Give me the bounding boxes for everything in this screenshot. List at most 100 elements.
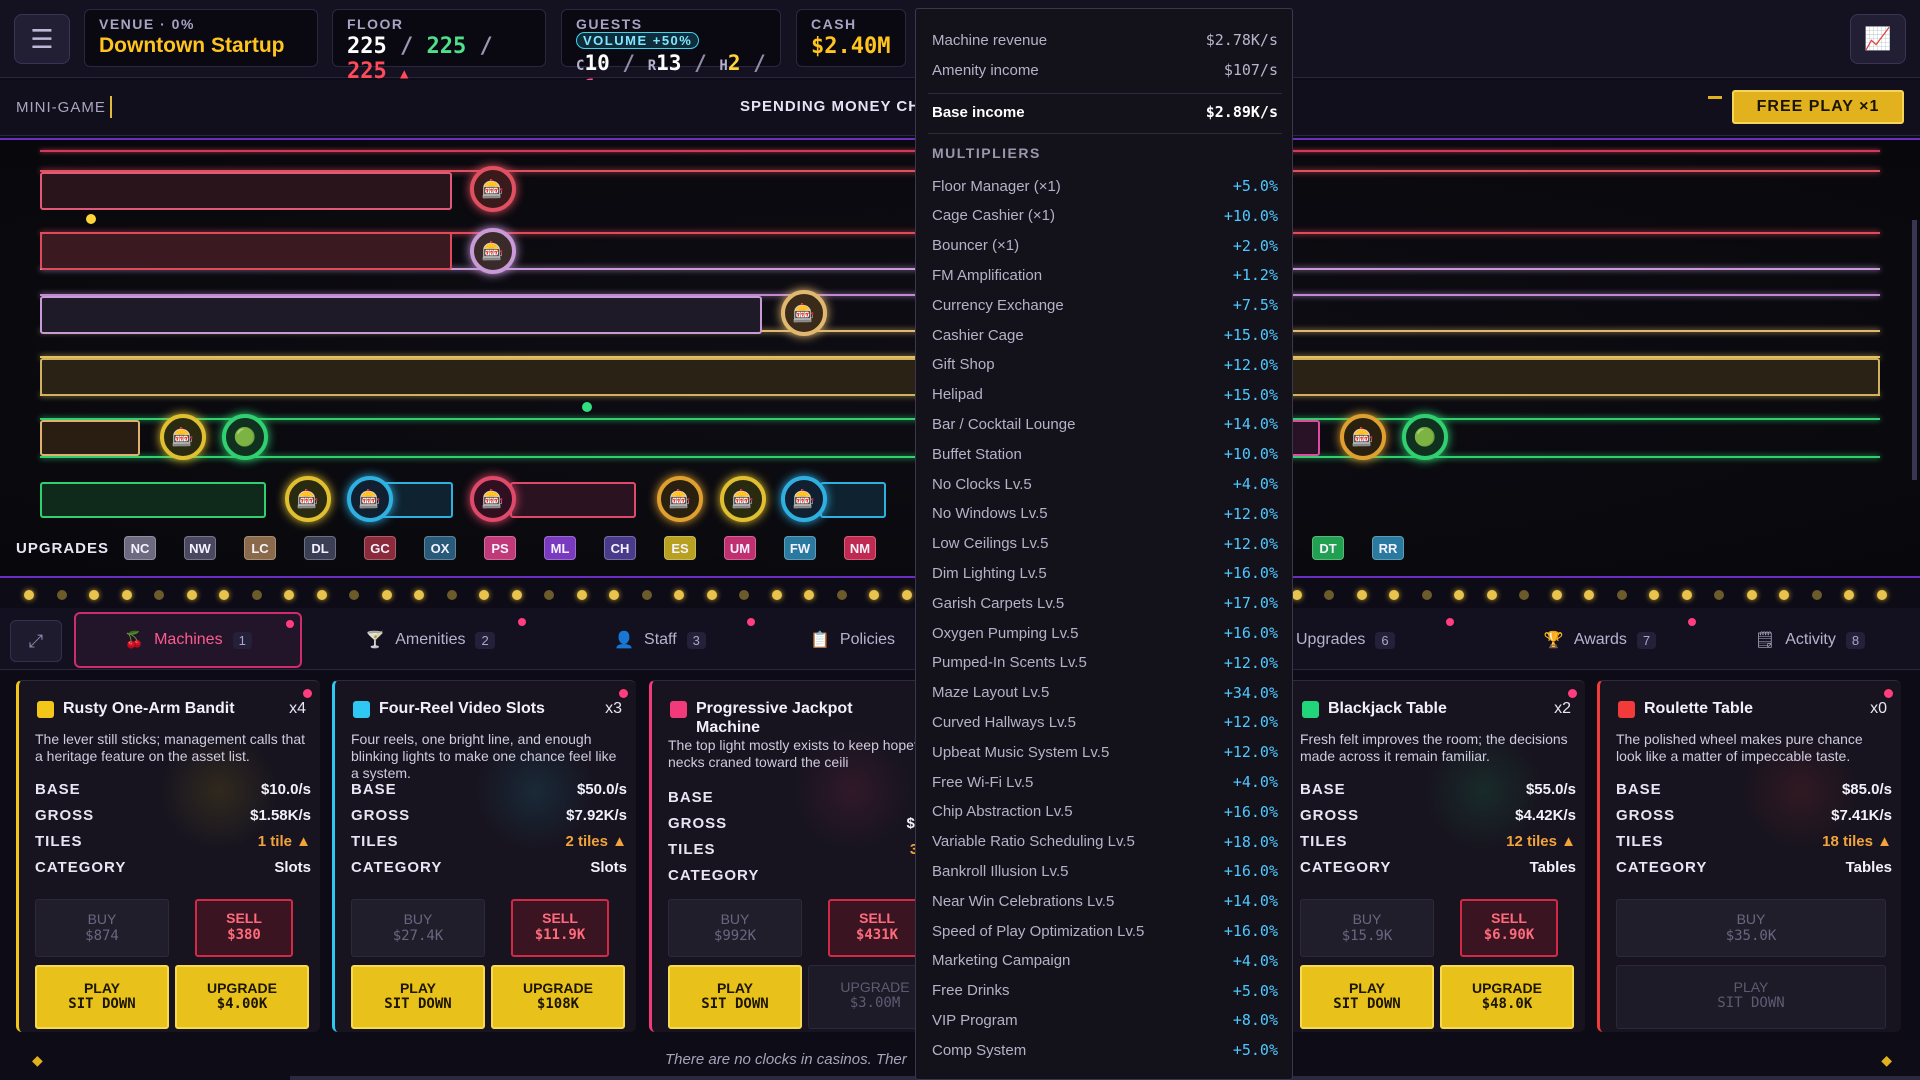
sell-button[interactable]: SELL $11.9K	[511, 899, 609, 957]
sell-button[interactable]: SELL $431K	[828, 899, 926, 957]
upgrade-chip-ch[interactable]: CH	[604, 536, 636, 560]
tab-machines[interactable]: 🍒 Machines 1	[74, 612, 302, 668]
progress-dot	[219, 590, 229, 600]
buy-price: $874	[85, 928, 119, 944]
chart-icon: 📈	[1864, 26, 1892, 51]
play-button[interactable]: PLAY SIT DOWN	[35, 965, 169, 1029]
upgrade-chip-gc[interactable]: GC	[364, 536, 396, 560]
multiplier-value: +12.0%	[1223, 653, 1278, 672]
log-icon: 🗒	[1754, 632, 1776, 649]
notification-dot	[286, 620, 294, 628]
play-button[interactable]: PLAY SIT DOWN	[668, 965, 802, 1029]
cash-label: CASH	[811, 16, 857, 32]
card-stat-row: BASE $50.0/s	[351, 781, 627, 798]
buy-button[interactable]: BUY $15.9K	[1300, 899, 1434, 957]
expand-button[interactable]: ⤢	[10, 620, 62, 662]
slot-token[interactable]: 🎰	[781, 476, 827, 522]
slot-token[interactable]: 🎰	[160, 414, 206, 460]
income-label: Machine revenue	[932, 31, 1048, 49]
stats-button[interactable]: 📈	[1850, 14, 1906, 64]
multiplier-row: FM Amplification +1.2%	[932, 264, 1278, 286]
machine-card[interactable]: Roulette Table x0 The polished wheel makes…	[1597, 680, 1901, 1032]
buy-button[interactable]: BUY $992K	[668, 899, 802, 957]
multiplier-value: +5.0%	[1232, 981, 1278, 1000]
slot-token[interactable]: 🎰	[1340, 414, 1386, 460]
menu-button[interactable]: ☰	[14, 14, 70, 64]
lane-segment	[40, 232, 452, 270]
upgrade-chip-ps[interactable]: PS	[484, 536, 516, 560]
floor-capacity: 225	[426, 34, 467, 59]
upgrade-chip-rr[interactable]: RR	[1372, 536, 1404, 560]
table-token[interactable]: 🟢	[1402, 414, 1448, 460]
tab-activity[interactable]: 🗒 Activity 8	[1720, 612, 1900, 668]
tab-staff[interactable]: 👤 Staff 3	[555, 612, 765, 668]
upgrade-chip-dl[interactable]: DL	[304, 536, 336, 560]
floor-panel: FLOOR 225 / 225 / 225 ▲	[332, 9, 546, 84]
play-button[interactable]: PLAY SIT DOWN	[1616, 965, 1886, 1029]
upgrade-button[interactable]: UPGRADE $48.0K	[1440, 965, 1574, 1029]
lanes-scrollbar[interactable]	[1912, 220, 1917, 480]
machine-card[interactable]: Rusty One-Arm Bandit x4 The lever still st…	[16, 680, 320, 1032]
multiplier-row: Variable Ratio Scheduling Lv.5 +18.0%	[932, 831, 1278, 853]
slot-token[interactable]: 🎰	[781, 290, 827, 336]
lane-segment	[40, 420, 140, 456]
card-stat-row: TILES3 tile	[668, 841, 944, 858]
slot-token[interactable]: 🎰	[470, 228, 516, 274]
multiplier-row: Buffet Station +10.0%	[932, 443, 1278, 465]
machine-card[interactable]: Four-Reel Video Slots x3 Four reels, one b…	[332, 680, 636, 1032]
upgrade-chip-nm[interactable]: NM	[844, 536, 876, 560]
upgrade-chip-um[interactable]: UM	[724, 536, 756, 560]
free-play-button[interactable]: FREE PLAY ×1	[1732, 90, 1904, 124]
upgrade-chip-lc[interactable]: LC	[244, 536, 276, 560]
upgrade-chip-dt[interactable]: DT	[1312, 536, 1344, 560]
sell-button[interactable]: SELL $6.90K	[1460, 899, 1558, 957]
stat-value: Tables	[1845, 859, 1892, 876]
base-income-value: $2.89K/s	[1205, 103, 1278, 121]
buy-button[interactable]: BUY $35.0K	[1616, 899, 1886, 957]
buy-button[interactable]: BUY $874	[35, 899, 169, 957]
upgrade-button[interactable]: UPGRADE $4.00K	[175, 965, 309, 1029]
upgrade-chip-ml[interactable]: ML	[544, 536, 576, 560]
sell-button[interactable]: SELL $380	[195, 899, 293, 957]
stat-value: Slots	[274, 859, 311, 876]
base-income-row: Base income $2.89K/s	[932, 101, 1278, 123]
upgrade-chip-fw[interactable]: FW	[784, 536, 816, 560]
upgrade-button[interactable]: UPGRADE $108K	[491, 965, 625, 1029]
tab-upgrades[interactable]: Upgrades 6	[1296, 612, 1456, 668]
upgrade-chip-nw[interactable]: NW	[184, 536, 216, 560]
tab-awards[interactable]: 🏆 Awards 7	[1500, 612, 1700, 668]
card-description: The top light mostly exists to keep hope…	[668, 737, 929, 770]
multiplier-value: +10.0%	[1223, 445, 1278, 464]
slot-token[interactable]: 🎰	[470, 166, 516, 212]
slot-token[interactable]: 🎰	[657, 476, 703, 522]
upgrade-chip-ox[interactable]: OX	[424, 536, 456, 560]
venue-panel[interactable]: VENUE · 0% Downtown Startup	[84, 9, 318, 67]
stat-key: BASE	[1300, 781, 1346, 798]
machine-card[interactable]: Blackjack Table x2 Fresh felt improves the…	[1281, 680, 1585, 1032]
progress-dot	[251, 590, 262, 600]
tab-count: 6	[1375, 631, 1395, 649]
multiplier-label: Bankroll Illusion Lv.5	[932, 862, 1069, 880]
machine-card[interactable]: Progressive Jackpot Machine The top light…	[649, 680, 953, 1032]
buy-label: BUY	[403, 911, 433, 927]
play-button[interactable]: PLAY SIT DOWN	[351, 965, 485, 1029]
slot-token[interactable]: 🎰	[285, 476, 331, 522]
slot-token[interactable]: 🎰	[470, 476, 516, 522]
play-button[interactable]: PLAY SIT DOWN	[1300, 965, 1434, 1029]
progress-dot	[89, 590, 99, 600]
tab-count: 8	[1845, 631, 1866, 649]
tab-amenities[interactable]: 🍸 Amenities 2	[320, 612, 540, 668]
tab-policies[interactable]: 📋 Policies	[810, 612, 920, 668]
slot-token[interactable]: 🎰	[347, 476, 393, 522]
slot-token[interactable]: 🎰	[720, 476, 766, 522]
stat-key: TILES	[668, 841, 716, 858]
guest-sep: /	[622, 51, 636, 75]
upgrade-chip-es[interactable]: ES	[664, 536, 696, 560]
lane-segment	[820, 482, 886, 518]
multiplier-value: +12.0%	[1223, 504, 1278, 523]
upgrade-chip-nc[interactable]: NC	[124, 536, 156, 560]
table-token[interactable]: 🟢	[222, 414, 268, 460]
cash-value: $2.40M	[811, 34, 891, 59]
buy-button[interactable]: BUY $27.4K	[351, 899, 485, 957]
lane-segment	[510, 482, 636, 518]
